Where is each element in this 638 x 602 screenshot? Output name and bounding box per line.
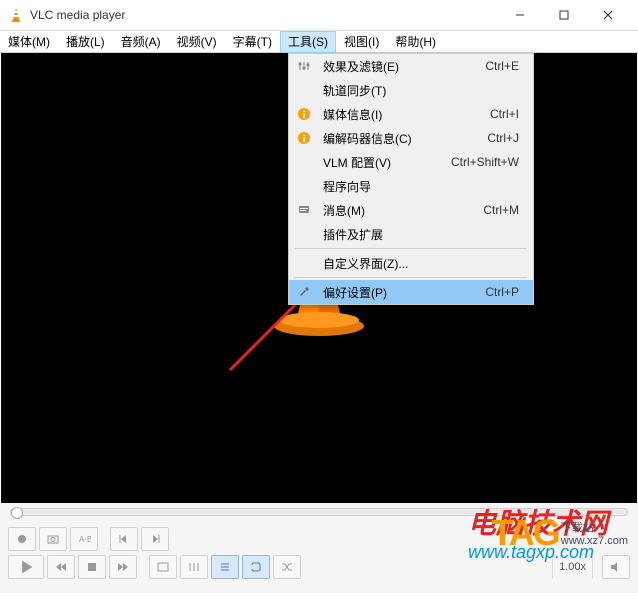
menu-codec-info[interactable]: 编解码器信息(C) Ctrl+J [289,126,533,150]
menu-view[interactable]: 视图(I) [336,31,387,53]
watermark-overlay: 电脑技术网 www.tagxp.com TAG 下载站 www.xz7.com [468,502,608,563]
info-icon [297,106,317,122]
skip-back-button[interactable] [47,555,75,579]
atob-loop-button[interactable]: A-B [70,527,98,551]
menu-preferences[interactable]: 偏好设置(P) Ctrl+P [289,280,533,304]
menu-bar: 媒体(M) 播放(L) 音频(A) 视频(V) 字幕(T) 工具(S) 视图(I… [0,31,638,53]
dd-shortcut: Ctrl+I [490,107,519,121]
loop-button[interactable] [242,555,270,579]
snapshot-button[interactable] [39,527,67,551]
menu-video[interactable]: 视频(V) [169,31,225,53]
dd-label: 插件及扩展 [323,226,519,243]
frame-forward-button[interactable] [141,527,169,551]
menu-help[interactable]: 帮助(H) [387,31,444,53]
watermark-tag: TAG [491,512,558,554]
dd-label: VLM 配置(V) [323,154,451,171]
menu-track-sync[interactable]: 轨道同步(T) [289,78,533,102]
control-panel: A-B 1.00x 电脑技术网 www.tagxp.com TAG [0,523,638,593]
dd-label: 偏好设置(P) [323,284,485,301]
menu-playback[interactable]: 播放(L) [58,31,113,53]
wrench-icon [297,284,317,300]
dd-label: 媒体信息(I) [323,106,490,123]
dd-label: 编解码器信息(C) [323,130,487,147]
menu-separator [295,277,527,278]
menu-tools[interactable]: 工具(S) [280,31,336,53]
menu-subtitle[interactable]: 字幕(T) [225,31,280,53]
dd-shortcut: Ctrl+Shift+W [451,155,519,169]
menu-media-info[interactable]: 媒体信息(I) Ctrl+I [289,102,533,126]
menu-separator [295,248,527,249]
skip-forward-button[interactable] [109,555,137,579]
extended-settings-button[interactable] [180,555,208,579]
watermark-sub: 下载站 [561,519,628,535]
dd-label: 消息(M) [323,202,483,219]
stop-button[interactable] [78,555,106,579]
menu-media[interactable]: 媒体(M) [0,31,58,53]
dd-label: 程序向导 [323,178,519,195]
play-button[interactable] [8,555,44,579]
shuffle-button[interactable] [273,555,301,579]
title-bar: VLC media player [0,0,638,31]
menu-program-guide[interactable]: 程序向导 [289,174,533,198]
dd-shortcut: Ctrl+M [483,203,519,217]
menu-messages[interactable]: 消息(M) Ctrl+M [289,198,533,222]
tools-dropdown-menu: 效果及滤镜(E) Ctrl+E 轨道同步(T) 媒体信息(I) Ctrl+I 编… [288,53,534,305]
fullscreen-button[interactable] [149,555,177,579]
close-button[interactable] [586,0,630,30]
menu-audio[interactable]: 音频(A) [113,31,169,53]
menu-vlm-config[interactable]: VLM 配置(V) Ctrl+Shift+W [289,150,533,174]
minimize-button[interactable] [498,0,542,30]
dd-label: 效果及滤镜(E) [323,58,485,75]
menu-customize-interface[interactable]: 自定义界面(Z)... [289,251,533,275]
dd-label: 轨道同步(T) [323,82,519,99]
messages-icon [297,202,317,218]
record-button[interactable] [8,527,36,551]
menu-plugins[interactable]: 插件及扩展 [289,222,533,246]
window-title: VLC media player [30,8,498,22]
dd-shortcut: Ctrl+E [485,59,519,73]
maximize-button[interactable] [542,0,586,30]
vlc-app-icon [8,7,24,23]
frame-back-button[interactable] [110,527,138,551]
seek-thumb[interactable] [11,507,23,519]
menu-effects-filters[interactable]: 效果及滤镜(E) Ctrl+E [289,54,533,78]
dd-shortcut: Ctrl+P [485,285,519,299]
svg-text:A-B: A-B [79,535,91,544]
watermark-url-2: www.xz7.com [561,535,628,547]
dd-label: 自定义界面(Z)... [323,255,519,272]
dd-shortcut: Ctrl+J [487,131,519,145]
playlist-button[interactable] [211,555,239,579]
info-icon [297,130,317,146]
sliders-icon [297,58,317,74]
